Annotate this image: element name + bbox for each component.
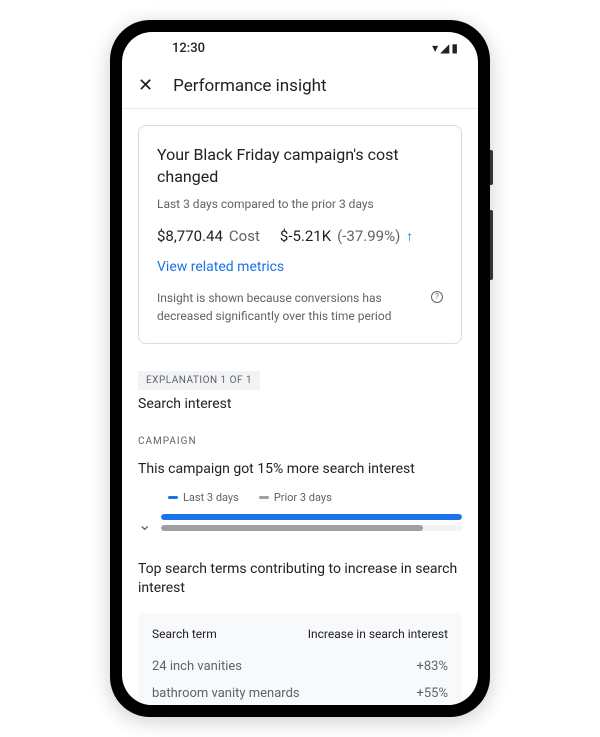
legend-current-label: Last 3 days (183, 491, 239, 504)
wifi-icon: ▾ (432, 41, 438, 55)
chevron-down-icon[interactable]: ⌄ (138, 515, 151, 534)
explanation-title: Search interest (138, 396, 462, 412)
close-icon[interactable]: ✕ (138, 77, 153, 95)
signal-icon: ◢ (440, 41, 449, 55)
metrics-row: $8,770.44 Cost $-5.21K (-37.99%) ↑ (157, 227, 443, 245)
view-related-metrics-link[interactable]: View related metrics (157, 259, 443, 275)
terms-col1: Search term (152, 627, 217, 641)
arrow-up-icon: ↑ (406, 228, 413, 245)
page-title: Performance insight (173, 76, 326, 96)
legend-prior-label: Prior 3 days (274, 491, 332, 504)
app-header: ✕ Performance insight (122, 64, 478, 109)
campaign-section-label: CAMPAIGN (138, 436, 462, 447)
cost-value: $8,770.44 (157, 227, 223, 245)
terms-table: Search term Increase in search interest … (138, 613, 462, 705)
delta-percent: (-37.99%) (337, 227, 400, 245)
comparison-bars (161, 514, 462, 536)
insight-footer-text: Insight is shown because conversions has… (157, 289, 427, 325)
insight-card: Your Black Friday campaign's cost change… (138, 125, 462, 344)
explanation-badge: EXPLANATION 1 OF 1 (138, 371, 260, 390)
status-time: 12:30 (172, 41, 205, 56)
legend-current: Last 3 days (168, 491, 239, 504)
chart-legend: Last 3 days Prior 3 days (138, 491, 462, 504)
insight-subtitle: Last 3 days compared to the prior 3 days (157, 197, 443, 211)
legend-prior: Prior 3 days (259, 491, 332, 504)
term-name: bathroom vanity menards (152, 686, 300, 701)
table-row: bathroom vanity menards +55% (152, 680, 448, 705)
cost-label: Cost (229, 227, 260, 245)
terms-header: Search term Increase in search interest (152, 627, 448, 641)
phone-frame: 12:30 ▾ ◢ ▮ ✕ Performance insight Your B… (110, 20, 490, 717)
bar-prior-fill (161, 525, 423, 531)
term-name: 24 inch vanities (152, 659, 242, 674)
terms-col2: Increase in search interest (308, 627, 448, 641)
help-icon[interactable]: ? (431, 291, 443, 303)
screen: 12:30 ▾ ◢ ▮ ✕ Performance insight Your B… (122, 32, 478, 705)
insight-footer: Insight is shown because conversions has… (157, 289, 443, 325)
power-button (490, 150, 493, 185)
delta-value: $-5.21K (280, 227, 331, 245)
bar-current-track (161, 514, 462, 520)
bar-current-fill (161, 514, 462, 520)
insight-title: Your Black Friday campaign's cost change… (157, 144, 443, 189)
status-bar: 12:30 ▾ ◢ ▮ (122, 32, 478, 64)
bars-container: ⌄ (138, 514, 462, 536)
status-icons: ▾ ◢ ▮ (432, 41, 458, 55)
legend-swatch-gray (259, 496, 269, 499)
campaign-summary: This campaign got 15% more search intere… (138, 461, 462, 477)
table-row: 24 inch vanities +83% (152, 653, 448, 680)
terms-title: Top search terms contributing to increas… (138, 560, 462, 599)
legend-swatch-blue (168, 496, 178, 499)
bar-prior-track (161, 525, 462, 531)
term-increase: +55% (416, 686, 448, 701)
content-scroll[interactable]: Your Black Friday campaign's cost change… (122, 109, 478, 705)
term-increase: +83% (416, 659, 448, 674)
battery-icon: ▮ (451, 41, 458, 55)
volume-button (490, 210, 493, 280)
